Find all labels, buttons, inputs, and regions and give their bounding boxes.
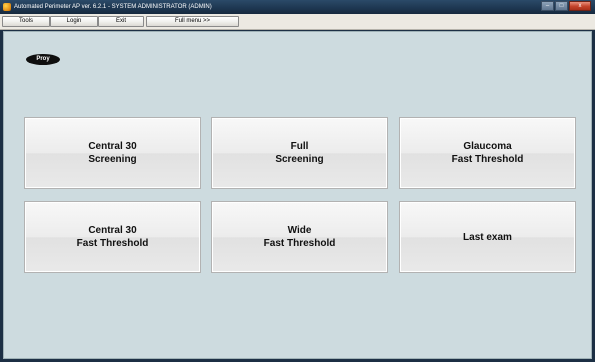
tile-line2: Fast Threshold bbox=[76, 238, 149, 249]
exit-button[interactable]: Exit bbox=[98, 16, 144, 27]
tile-line1: Central 30 bbox=[88, 225, 137, 236]
tile-line1: Glaucoma bbox=[463, 141, 512, 152]
full-screening-button[interactable]: Full Screening bbox=[211, 117, 388, 189]
minimize-button[interactable]: – bbox=[541, 1, 554, 11]
window-controls: – □ x bbox=[540, 1, 591, 12]
tile-line1: Wide bbox=[287, 225, 312, 236]
full-menu-button[interactable]: Full menu >> bbox=[146, 16, 239, 27]
main-panel: Proy Central 30 Screening Full Screening… bbox=[3, 31, 592, 359]
tools-button[interactable]: Tools bbox=[2, 16, 50, 27]
tile-line2: Fast Threshold bbox=[451, 154, 524, 165]
tile-line1: Full bbox=[290, 141, 309, 152]
login-button[interactable]: Login bbox=[50, 16, 98, 27]
glaucoma-fast-threshold-button[interactable]: Glaucoma Fast Threshold bbox=[399, 117, 576, 189]
maximize-button[interactable]: □ bbox=[555, 1, 568, 11]
central-30-screening-button[interactable]: Central 30 Screening bbox=[24, 117, 201, 189]
app-icon bbox=[3, 3, 11, 11]
tile-line1: Last exam bbox=[463, 231, 512, 243]
central-30-fast-threshold-button[interactable]: Central 30 Fast Threshold bbox=[24, 201, 201, 273]
tile-line2: Screening bbox=[88, 154, 137, 165]
tile-line1: Central 30 bbox=[88, 141, 137, 152]
tile-line2: Fast Threshold bbox=[263, 238, 336, 249]
window-title: Automated Perimeter AP ver. 6.2.1 - SYST… bbox=[14, 4, 212, 10]
close-button[interactable]: x bbox=[569, 1, 591, 11]
wide-fast-threshold-button[interactable]: Wide Fast Threshold bbox=[211, 201, 388, 273]
last-exam-button[interactable]: Last exam bbox=[399, 201, 576, 273]
title-bar: Automated Perimeter AP ver. 6.2.1 - SYST… bbox=[0, 0, 595, 14]
tile-line2: Screening bbox=[275, 154, 324, 165]
menu-bar: Tools Login Exit Full menu >> bbox=[0, 14, 595, 30]
proy-badge: Proy bbox=[26, 54, 60, 65]
